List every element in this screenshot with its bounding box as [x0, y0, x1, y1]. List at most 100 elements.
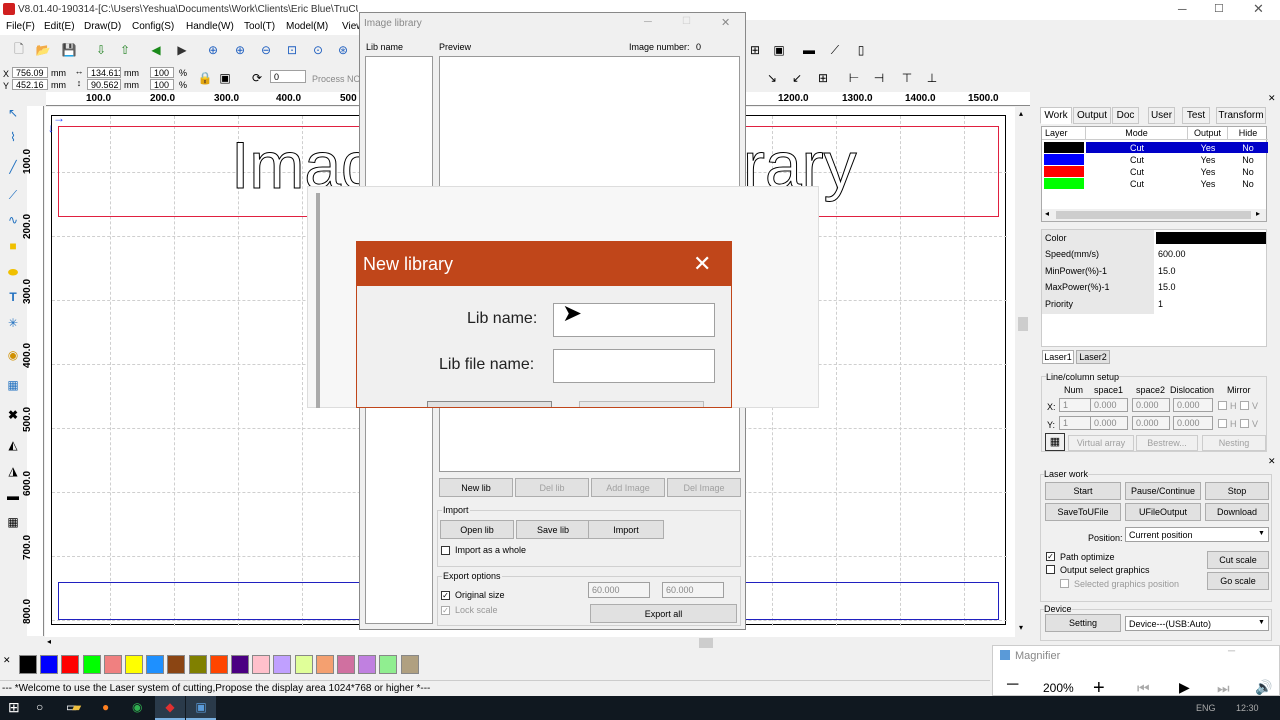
mirror-y-v-checkbox[interactable]	[1240, 419, 1249, 428]
device-setting-button[interactable]: Setting	[1045, 614, 1121, 632]
palette-swatch[interactable]	[315, 655, 334, 674]
menu-edit[interactable]: Edit(E)	[44, 21, 75, 32]
align-top-edge-icon[interactable]: ⊤	[898, 69, 916, 87]
path-optimize-checkbox[interactable]: ✓	[1046, 552, 1055, 561]
rdworks-taskbar-icon[interactable]: ◆	[155, 696, 185, 720]
bestrew-button[interactable]: Bestrew...	[1136, 435, 1198, 451]
go-scale-button[interactable]: Go scale	[1207, 572, 1269, 590]
delete-tool-icon[interactable]: ✖	[4, 406, 22, 424]
palette-swatch[interactable]	[82, 655, 101, 674]
menu-config[interactable]: Config(S)	[132, 21, 174, 32]
layer-color-value[interactable]	[1156, 232, 1266, 244]
lock-icon[interactable]: 🔒	[196, 69, 214, 87]
menu-file[interactable]: File(F)	[6, 21, 35, 32]
new-library-close-icon[interactable]: ✕	[693, 251, 711, 277]
array-y-space1[interactable]: 0.000	[1090, 416, 1128, 430]
palette-swatch[interactable]	[273, 655, 292, 674]
palette-swatch[interactable]	[209, 655, 228, 674]
palette-swatch[interactable]	[61, 655, 80, 674]
mirror-x-v-checkbox[interactable]	[1240, 401, 1249, 410]
layer-row[interactable]: Cut Yes No	[1042, 166, 1268, 177]
menu-tool[interactable]: Tool(T)	[244, 21, 275, 32]
windows-start-icon[interactable]: ⊞	[8, 699, 20, 716]
firefox-icon[interactable]: ●	[102, 700, 109, 714]
line-tool-icon[interactable]: ╱	[4, 158, 22, 176]
align-left-edge-icon[interactable]: ⊢	[845, 69, 863, 87]
save-icon[interactable]: 💾	[60, 41, 78, 59]
array-x-num[interactable]: 1	[1059, 398, 1093, 412]
curve-tool-icon[interactable]: ∿	[4, 211, 22, 229]
palette-swatch[interactable]	[146, 655, 165, 674]
palette-swatch[interactable]	[400, 655, 419, 674]
align-bottom-edge-icon[interactable]: ⊥	[923, 69, 941, 87]
tab-user[interactable]: User	[1148, 107, 1175, 124]
panel-close-icon[interactable]: ✕	[1268, 93, 1276, 104]
width-percent-field[interactable]: 100	[150, 67, 174, 78]
nesting-button[interactable]: Nesting	[1202, 435, 1266, 451]
ufile-output-button[interactable]: UFileOutput	[1125, 503, 1201, 521]
frame-icon[interactable]: ▣	[770, 41, 788, 59]
image-library-maximize-icon[interactable]: ☐	[682, 16, 691, 27]
new-file-icon[interactable]: 🗋	[10, 41, 28, 59]
dialog-ok-button[interactable]	[427, 401, 552, 407]
zoom-page-icon[interactable]: ⊙	[309, 41, 327, 59]
array-y-num[interactable]: 1	[1059, 416, 1093, 430]
ruler-icon[interactable]: ▯	[852, 41, 870, 59]
array-y-dislocation[interactable]: 0.000	[1173, 416, 1213, 430]
language-indicator[interactable]: ENG	[1196, 703, 1216, 713]
align-bottom-icon[interactable]: ↙	[788, 69, 806, 87]
layer-table-scrollbar[interactable]: ◂ ▸	[1042, 209, 1266, 221]
export-icon[interactable]: ⇧	[116, 41, 134, 59]
x-position-field[interactable]: 756.09	[12, 67, 48, 78]
play-icon[interactable]: ▶	[1179, 679, 1190, 696]
array-x-space2[interactable]: 0.000	[1132, 398, 1170, 412]
virtual-array-button[interactable]: Virtual array	[1068, 435, 1134, 451]
add-image-button[interactable]: Add Image	[591, 478, 665, 497]
magnifier-taskbar-icon[interactable]: ▣	[186, 696, 216, 720]
previous-track-icon[interactable]: ⏮	[1137, 680, 1150, 697]
next-track-icon[interactable]: ⏭	[1217, 680, 1230, 697]
original-size-checkbox[interactable]: ✓	[441, 591, 450, 600]
priority-value[interactable]: 1	[1158, 299, 1163, 309]
undo-icon[interactable]: ◀	[147, 41, 165, 59]
download-button[interactable]: Download	[1205, 503, 1269, 521]
new-lib-button[interactable]: New lib	[439, 478, 513, 497]
image-library-close-icon[interactable]: ✕	[721, 16, 730, 29]
zoom-out-icon[interactable]: ⊖	[257, 41, 275, 59]
position-select[interactable]: Current position ▼	[1125, 527, 1269, 542]
array-y-space2[interactable]: 0.000	[1132, 416, 1170, 430]
min-power-value[interactable]: 15.0	[1158, 266, 1176, 276]
import-button[interactable]: Import	[588, 520, 664, 539]
align-icon[interactable]: ▣	[216, 69, 234, 87]
array-x-space1[interactable]: 0.000	[1090, 398, 1128, 412]
file-explorer-icon[interactable]: ▰	[72, 700, 81, 714]
palette-swatch[interactable]	[358, 655, 377, 674]
menu-handle[interactable]: Handle(W)	[186, 21, 234, 32]
palette-swatch[interactable]	[294, 655, 313, 674]
bitmap-tool-icon[interactable]: ◉	[4, 346, 22, 364]
canvas-horizontal-scrollbar[interactable]: ◂	[45, 637, 1015, 649]
palette-swatch[interactable]	[379, 655, 398, 674]
mirror-h-icon[interactable]: ◭	[4, 436, 22, 454]
polyline-tool-icon[interactable]: ⟋	[4, 186, 22, 204]
canvas-vertical-scrollbar[interactable]: ▴ ▾	[1016, 107, 1030, 637]
align-right-edge-icon[interactable]: ⊣	[870, 69, 888, 87]
speed-value[interactable]: 600.00	[1158, 249, 1186, 259]
import-as-whole-checkbox[interactable]	[441, 546, 450, 555]
grid-tool-icon[interactable]: ▦	[4, 376, 22, 394]
search-icon[interactable]: ○	[36, 700, 43, 714]
array-copy-icon[interactable]: ▦	[4, 513, 22, 531]
tab-test[interactable]: Test	[1182, 107, 1210, 124]
wand-icon[interactable]: ⟋	[826, 41, 844, 59]
chrome-icon[interactable]: ◉	[132, 700, 142, 714]
magnifier-minimize-icon[interactable]: ─	[1228, 646, 1235, 657]
laser-work-close-icon[interactable]: ✕	[1268, 456, 1276, 467]
close-icon[interactable]: ✕	[1253, 1, 1264, 17]
palette-swatch[interactable]	[103, 655, 122, 674]
max-power-value[interactable]: 15.0	[1158, 282, 1176, 292]
laser-head-icon[interactable]: ▬	[800, 41, 818, 59]
start-button[interactable]: Start	[1045, 482, 1121, 500]
export-height-field[interactable]: 60.000	[662, 582, 724, 598]
palette-swatch[interactable]	[188, 655, 207, 674]
mirror-x-h-checkbox[interactable]	[1218, 401, 1227, 410]
